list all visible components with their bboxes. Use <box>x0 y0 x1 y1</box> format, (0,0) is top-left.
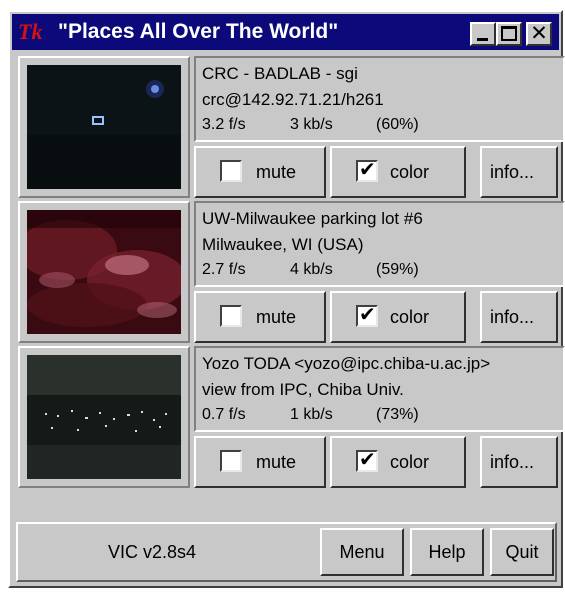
quit-button[interactable]: Quit <box>490 528 554 576</box>
quality: (60%) <box>376 116 419 133</box>
source-name: CRC - BADLAB - sgi <box>202 64 358 83</box>
color-checkbox-button[interactable]: ✔ color <box>330 291 466 343</box>
info-button[interactable]: info... <box>480 436 558 488</box>
color-label: color <box>390 452 430 472</box>
mute-checkbox-button[interactable]: mute <box>194 146 326 198</box>
quality: (73%) <box>376 406 419 423</box>
minimize-button[interactable] <box>470 22 496 46</box>
source-stats: 3.2 f/s 3 kb/s (60%) <box>202 116 419 134</box>
color-checkbox-button[interactable]: ✔ color <box>330 436 466 488</box>
source-address: Milwaukee, WI (USA) <box>202 235 364 254</box>
video-thumbnail[interactable] <box>27 65 181 189</box>
video-thumbnail-frame[interactable] <box>18 56 190 198</box>
source-address: crc@142.92.71.21/h261 <box>202 90 384 109</box>
source-info: UW-Milwaukee parking lot #6 Milwaukee, W… <box>194 201 565 287</box>
minimize-icon <box>477 38 488 41</box>
source-info: CRC - BADLAB - sgi crc@142.92.71.21/h261… <box>194 56 565 142</box>
color-checkbox-button[interactable]: ✔ color <box>330 146 466 198</box>
video-source: Yozo TODA <yozo@ipc.chiba-u.ac.jp> view … <box>18 346 565 488</box>
checkmark-icon: ✔ <box>359 447 376 471</box>
color-checkbox[interactable]: ✔ <box>356 302 378 327</box>
video-thumbnail-frame[interactable] <box>18 346 190 488</box>
mute-label: mute <box>256 307 297 327</box>
video-frame-image <box>27 355 181 479</box>
mute-checkbox[interactable] <box>220 305 242 327</box>
title-bar[interactable]: Tk "Places All Over The World" ✕ <box>12 14 559 50</box>
source-info: Yozo TODA <yozo@ipc.chiba-u.ac.jp> view … <box>194 346 565 432</box>
info-button[interactable]: info... <box>480 291 558 343</box>
window-title: "Places All Over The World" <box>58 20 339 43</box>
mute-label: mute <box>256 452 297 472</box>
video-thumbnail[interactable] <box>27 210 181 334</box>
frame-rate: 2.7 f/s <box>202 261 246 278</box>
mute-checkbox[interactable] <box>220 450 242 472</box>
info-label: info... <box>490 162 535 182</box>
maximize-icon <box>501 26 517 41</box>
tk-logo-icon: Tk <box>18 19 43 44</box>
video-frame-image <box>27 210 181 334</box>
info-label: info... <box>490 307 535 327</box>
video-source: UW-Milwaukee parking lot #6 Milwaukee, W… <box>18 201 565 343</box>
frame-rate: 3.2 f/s <box>202 116 246 133</box>
video-thumbnail-frame[interactable] <box>18 201 190 343</box>
mute-checkbox-button[interactable]: mute <box>194 436 326 488</box>
bit-rate: 4 kb/s <box>290 261 333 278</box>
menu-button[interactable]: Menu <box>320 528 404 576</box>
color-checkbox[interactable]: ✔ <box>356 157 378 182</box>
version-label: VIC v2.8s4 <box>108 542 197 562</box>
mute-label: mute <box>256 162 297 182</box>
color-checkbox[interactable]: ✔ <box>356 447 378 472</box>
mute-checkbox[interactable] <box>220 160 242 182</box>
video-thumbnail[interactable] <box>27 355 181 479</box>
checkmark-icon: ✔ <box>359 302 376 326</box>
close-button[interactable]: ✕ <box>526 21 552 46</box>
info-button[interactable]: info... <box>480 146 558 198</box>
mute-checkbox-button[interactable]: mute <box>194 291 326 343</box>
bit-rate: 1 kb/s <box>290 406 333 423</box>
footer-bar: VIC v2.8s4 Menu Help Quit <box>16 522 557 582</box>
source-name: Yozo TODA <yozo@ipc.chiba-u.ac.jp> <box>202 354 491 373</box>
source-stats: 2.7 f/s 4 kb/s (59%) <box>202 261 419 279</box>
vic-window: Tk "Places All Over The World" ✕ CRC - B… <box>8 10 565 588</box>
maximize-button[interactable] <box>496 22 522 46</box>
video-source: CRC - BADLAB - sgi crc@142.92.71.21/h261… <box>18 56 565 198</box>
checkmark-icon: ✔ <box>359 157 376 181</box>
source-address: view from IPC, Chiba Univ. <box>202 380 404 399</box>
bit-rate: 3 kb/s <box>290 116 333 133</box>
quality: (59%) <box>376 261 419 278</box>
source-name: UW-Milwaukee parking lot #6 <box>202 209 423 228</box>
help-button[interactable]: Help <box>410 528 484 576</box>
source-stats: 0.7 f/s 1 kb/s (73%) <box>202 406 419 424</box>
info-label: info... <box>490 452 535 472</box>
video-frame-image <box>27 65 181 189</box>
color-label: color <box>390 307 430 327</box>
close-icon: ✕ <box>530 21 548 45</box>
color-label: color <box>390 162 430 182</box>
frame-rate: 0.7 f/s <box>202 406 246 423</box>
